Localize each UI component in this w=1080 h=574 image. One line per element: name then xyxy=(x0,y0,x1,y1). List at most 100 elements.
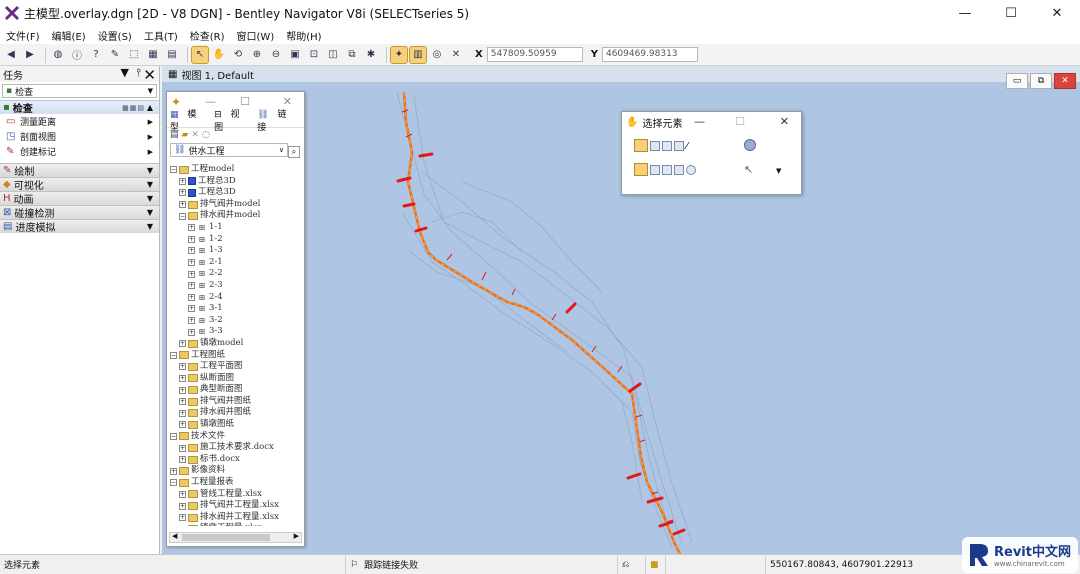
tree-node[interactable]: + 工程总3D xyxy=(170,187,302,199)
expand-icon[interactable]: + xyxy=(179,409,186,417)
task-select[interactable]: ▪ 检查 ▼ xyxy=(2,84,157,98)
target-icon[interactable]: ◎ xyxy=(429,47,445,63)
subtract-mode-icon[interactable] xyxy=(662,164,672,175)
expand-icon[interactable]: + xyxy=(179,514,186,522)
minimize-button[interactable]: — xyxy=(942,0,988,26)
expand-icon[interactable]: + xyxy=(188,282,195,290)
pen-icon[interactable]: ✎ xyxy=(107,47,123,63)
expand-icon[interactable]: + xyxy=(179,177,186,185)
cursor-icon[interactable]: ↖ xyxy=(191,45,209,64)
level-icon[interactable]: ▤ xyxy=(164,47,180,63)
expand-icon[interactable]: + xyxy=(179,444,186,452)
tree-node[interactable]: + ⊞ 1-1 xyxy=(170,222,302,234)
info-icon[interactable]: ⓘ xyxy=(69,47,85,63)
task-item-section-view[interactable]: ◳ 剖面视图 ▶ xyxy=(0,129,159,144)
task-group-draw[interactable]: ✎ 绘制 ▼ xyxy=(0,163,159,178)
view-previous-icon[interactable]: ◫ xyxy=(325,47,341,63)
scroll-left-icon[interactable]: ◀ xyxy=(172,532,177,540)
scrollbar-thumb[interactable] xyxy=(182,534,270,541)
more-options-icon[interactable]: ▼ xyxy=(776,167,781,175)
expand-icon[interactable]: + xyxy=(179,340,186,348)
panel-menu-icon[interactable]: ▼ xyxy=(121,66,129,79)
settings-icon[interactable]: ✱ xyxy=(363,47,379,63)
tree-node[interactable]: + 镇墩图纸 xyxy=(170,419,302,431)
collapse-icon[interactable]: − xyxy=(170,479,177,487)
expand-icon[interactable]: + xyxy=(179,189,186,197)
highlight-icon[interactable]: ✦ xyxy=(390,45,408,64)
tree-node[interactable]: + ⊞ 2-2 xyxy=(170,268,302,280)
select-all-icon[interactable] xyxy=(744,139,756,151)
pan-hand-icon[interactable]: ✋ xyxy=(211,47,227,63)
tree-node[interactable]: + ⊞ 3-2 xyxy=(170,315,302,327)
tree-node[interactable]: + 施工技术要求.docx xyxy=(170,442,302,454)
link-set-select[interactable]: ⛓ 供水工程 ∨ xyxy=(170,143,288,157)
tree-node[interactable]: + 镇墩model xyxy=(170,338,302,350)
tree-node[interactable]: + 工程总3D xyxy=(170,176,302,188)
expand-icon[interactable]: + xyxy=(179,201,186,209)
rotate-view-icon[interactable]: ⟲ xyxy=(230,47,246,63)
task-item-create-markup[interactable]: ✎ 创建标记 ▶ xyxy=(0,144,159,159)
tree-node[interactable]: + 影像资料 xyxy=(170,465,302,477)
expand-icon[interactable]: + xyxy=(188,270,195,278)
task-group-schedule-simulation[interactable]: ▤ 进度模拟 ▼ xyxy=(0,219,159,234)
panel-close-icon[interactable]: ✕ xyxy=(143,66,156,84)
collapse-icon[interactable]: − xyxy=(179,212,186,220)
clear-mode-icon[interactable] xyxy=(686,164,696,175)
tree-node[interactable]: − 工程量报表 xyxy=(170,477,302,489)
individual-select-icon[interactable] xyxy=(634,139,648,152)
expand-icon[interactable]: + xyxy=(179,502,186,510)
new-mode-icon[interactable] xyxy=(634,163,648,176)
invert-mode-icon[interactable] xyxy=(674,164,684,175)
tree-node[interactable]: − 工程图纸 xyxy=(170,350,302,362)
tree-node[interactable]: + ⊞ 2-4 xyxy=(170,292,302,304)
pin-icon[interactable]: ⫯ xyxy=(136,66,141,80)
horizontal-scrollbar[interactable]: ◀ ▶ xyxy=(169,532,302,543)
collapse-icon[interactable]: − xyxy=(170,166,177,174)
window-area-icon[interactable]: ▣ xyxy=(287,47,303,63)
expand-icon[interactable]: + xyxy=(179,421,186,429)
menu-review[interactable]: 检查(R) xyxy=(190,28,225,43)
fit-view-icon[interactable]: ⊡ xyxy=(306,47,322,63)
menu-edit[interactable]: 编辑(E) xyxy=(52,28,86,43)
close-button[interactable]: ✕ xyxy=(1034,0,1080,26)
menu-tools[interactable]: 工具(T) xyxy=(144,28,178,43)
menu-file[interactable]: 文件(F) xyxy=(6,28,40,43)
select-tool-icon[interactable]: ⬚ xyxy=(126,47,142,63)
globe-icon[interactable]: ◍ xyxy=(50,47,66,63)
block-select-icon[interactable] xyxy=(650,140,660,151)
select-dialog-close-button[interactable]: ✕ xyxy=(780,115,789,128)
links-add-icon[interactable]: ▤ xyxy=(170,130,179,140)
expand-icon[interactable]: + xyxy=(170,467,177,475)
tree-node[interactable]: + 典型断面图 xyxy=(170,384,302,396)
add-mode-icon[interactable] xyxy=(650,164,660,175)
tree-node[interactable]: − 技术文件 xyxy=(170,431,302,443)
tree-node[interactable]: + ⊞ 1-2 xyxy=(170,234,302,246)
copy-view-icon[interactable]: ⧉ xyxy=(344,47,360,63)
expand-icon[interactable]: + xyxy=(179,456,186,464)
expand-icon[interactable]: + xyxy=(179,490,186,498)
task-group-animation[interactable]: H 动画 ▼ xyxy=(0,191,159,206)
task-group-review[interactable]: ▪ 检查 ▦▦▤ ▲ xyxy=(0,100,159,115)
select-dialog-maximize-button[interactable]: ☐ xyxy=(735,115,745,128)
menu-settings[interactable]: 设置(S) xyxy=(98,28,132,43)
tree-node[interactable]: + 标书.docx xyxy=(170,454,302,466)
tree-node[interactable]: +镇墩工程量.xlsx xyxy=(170,523,302,526)
zoom-out-icon[interactable]: ⊖ xyxy=(268,47,284,63)
tree-node[interactable]: + 排气阀井工程量.xlsx xyxy=(170,500,302,512)
tree-node[interactable]: + 排气阀井model xyxy=(170,199,302,211)
shape-select-icon[interactable] xyxy=(662,140,672,151)
tree-node[interactable]: + ⊞ 3-3 xyxy=(170,326,302,338)
links-close-button[interactable]: ✕ xyxy=(283,95,292,108)
task-group-visualize[interactable]: ◆ 可视化 ▼ xyxy=(0,177,159,192)
menu-window[interactable]: 窗口(W) xyxy=(237,28,275,43)
grid-icon[interactable]: ▦ xyxy=(145,47,161,63)
expand-icon[interactable]: + xyxy=(188,224,195,232)
tree-node[interactable]: + 纵断面图 xyxy=(170,373,302,385)
expand-icon[interactable]: + xyxy=(188,317,195,325)
expand-icon[interactable]: + xyxy=(188,247,195,255)
expand-icon[interactable]: + xyxy=(179,386,186,394)
tree-node[interactable]: + ⊞ 2-1 xyxy=(170,257,302,269)
tree-node[interactable]: + 排气阀井图纸 xyxy=(170,396,302,408)
task-group-clash-detection[interactable]: ⊠ 碰撞检测 ▼ xyxy=(0,205,159,220)
tree-node[interactable]: − 工程model xyxy=(170,164,302,176)
